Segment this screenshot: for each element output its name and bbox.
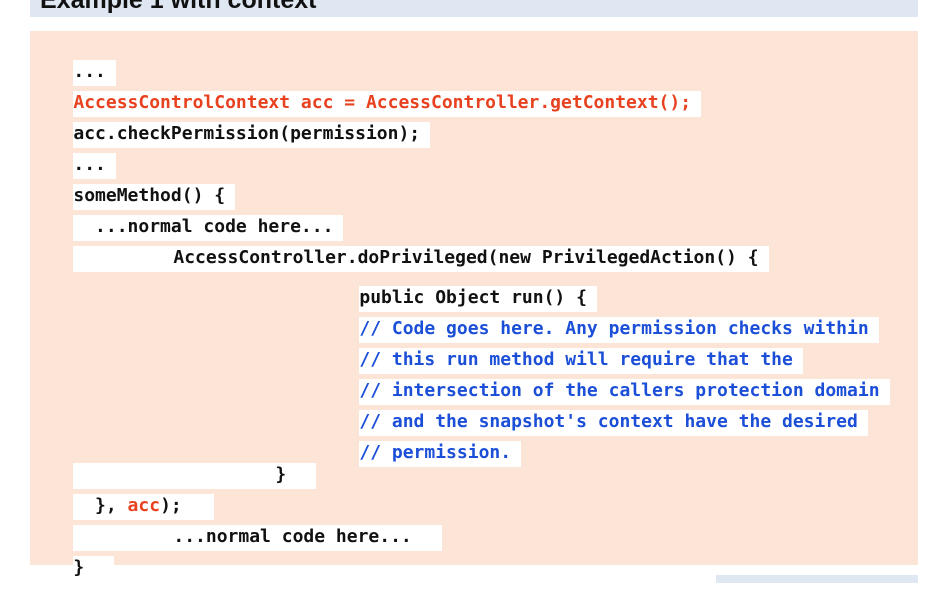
code-line: ...normal code here... [30,501,442,551]
code-line: // this run method will require that the [30,315,803,374]
code-text: } [73,556,115,582]
code-text: acc.checkPermission(permission); [73,122,431,148]
code-comment: // permission. [359,441,522,467]
code-line: } [30,439,317,489]
slide-title: Example 1 with context [40,0,317,14]
code-line: ... [30,36,116,86]
code-line: // and the snapshot's context have the d… [30,377,868,436]
code-line: AccessControlContext acc = AccessControl… [30,67,702,117]
code-line: someMethod() { [30,160,236,210]
code-line: }, acc); [30,470,215,520]
code-line: AccessController.doPrivileged(new Privil… [30,222,769,272]
slide-title-bar: Example 1 with context [30,0,918,17]
code-line: // intersection of the callers protectio… [30,346,890,405]
code-line: ...normal code here... [30,191,344,241]
code-line: ... [30,129,116,179]
code-line: acc.checkPermission(permission); [30,98,431,148]
code-line: public Object run() { [30,253,597,312]
code-text: ...normal code here... [73,525,442,551]
code-line: // Code goes here. Any permission checks… [30,284,879,343]
code-line: // permission. [30,408,522,467]
code-line: } [30,532,115,582]
code-block: ... AccessControlContext acc = AccessCon… [30,31,918,582]
footer-box [716,575,918,583]
